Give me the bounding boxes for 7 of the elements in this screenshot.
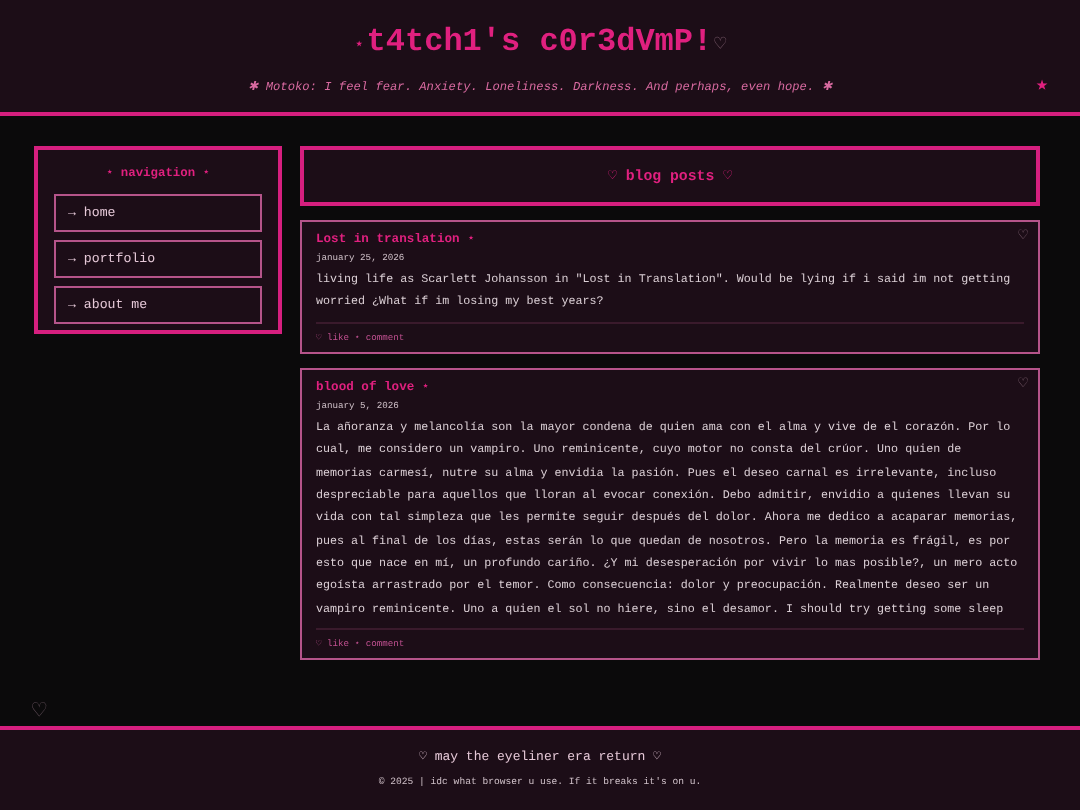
heart-icon[interactable]: ♡ [1018,228,1028,248]
site-title: t4tch1's c0r3dVmP! [366,24,713,60]
star-icon: ⋆ [353,36,365,56]
heart-icon: ♡ [714,34,727,58]
heart-icon[interactable]: ♡ [1018,376,1028,396]
star-icon: ★ [1035,74,1048,98]
heart-icon: ♡ [32,696,47,726]
